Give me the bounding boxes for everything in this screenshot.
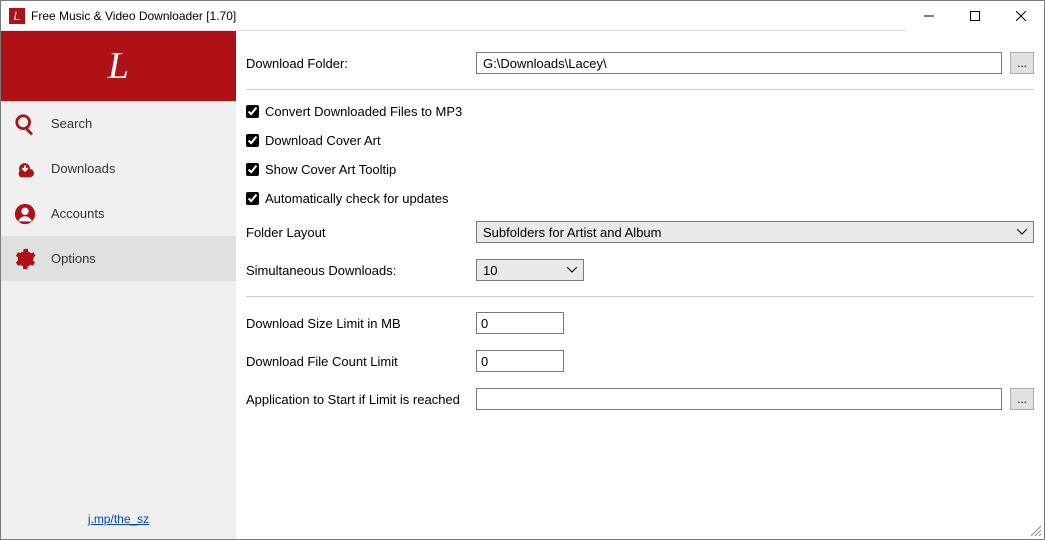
minimize-button[interactable] — [906, 1, 952, 31]
simultaneous-label: Simultaneous Downloads: — [246, 263, 476, 278]
tooltip-input[interactable] — [246, 163, 259, 176]
browse-folder-button[interactable]: ... — [1010, 52, 1034, 74]
updates-label: Automatically check for updates — [265, 191, 449, 206]
brand-letter: L — [108, 44, 129, 88]
sidebar-item-label: Accounts — [51, 206, 104, 221]
sidebar-item-label: Options — [51, 251, 96, 266]
updates-checkbox[interactable]: Automatically check for updates — [246, 191, 449, 206]
separator — [246, 89, 1034, 90]
close-button[interactable] — [998, 1, 1044, 31]
sidebar-item-label: Search — [51, 116, 92, 131]
size-limit-input[interactable] — [476, 312, 564, 334]
folder-layout-select[interactable]: Subfolders for Artist and Album — [476, 221, 1034, 243]
download-folder-input[interactable] — [476, 52, 1002, 74]
tooltip-label: Show Cover Art Tooltip — [265, 162, 396, 177]
sidebar-item-search[interactable]: Search — [1, 101, 236, 146]
count-limit-label: Download File Count Limit — [246, 354, 476, 369]
simultaneous-select[interactable]: 10 — [476, 259, 584, 281]
convert-mp3-label: Convert Downloaded Files to MP3 — [265, 104, 462, 119]
convert-mp3-checkbox[interactable]: Convert Downloaded Files to MP3 — [246, 104, 462, 119]
browse-app-button[interactable]: ... — [1010, 388, 1034, 410]
cover-art-input[interactable] — [246, 134, 259, 147]
separator — [246, 296, 1034, 297]
resize-grip[interactable] — [1028, 523, 1042, 537]
app-limit-input[interactable] — [476, 388, 1002, 410]
brand-panel: L — [1, 31, 236, 101]
download-folder-label: Download Folder: — [246, 56, 476, 71]
updates-input[interactable] — [246, 192, 259, 205]
convert-mp3-input[interactable] — [246, 105, 259, 118]
sidebar-item-options[interactable]: Options — [1, 236, 236, 281]
gear-icon — [13, 247, 37, 271]
size-limit-label: Download Size Limit in MB — [246, 316, 476, 331]
sidebar-item-downloads[interactable]: Downloads — [1, 146, 236, 191]
window-controls — [906, 1, 1044, 31]
title-bar: L Free Music & Video Downloader [1.70] — [1, 1, 1044, 31]
download-icon — [13, 157, 37, 181]
options-panel: Download Folder: ... Convert Downloaded … — [236, 31, 1044, 539]
sidebar-footer: j.mp/the_sz — [1, 499, 236, 539]
folder-layout-label: Folder Layout — [246, 225, 476, 240]
window-title: Free Music & Video Downloader [1.70] — [31, 9, 236, 23]
search-icon — [13, 112, 37, 136]
close-icon — [1016, 11, 1026, 21]
minimize-icon — [924, 11, 934, 21]
sidebar-item-accounts[interactable]: Accounts — [1, 191, 236, 236]
count-limit-input[interactable] — [476, 350, 564, 372]
app-limit-label: Application to Start if Limit is reached — [246, 392, 476, 407]
tooltip-checkbox[interactable]: Show Cover Art Tooltip — [246, 162, 396, 177]
sidebar: L Search Downloads Accounts — [1, 31, 236, 539]
footer-link[interactable]: j.mp/the_sz — [88, 512, 149, 526]
app-icon: L — [9, 8, 25, 24]
cover-art-label: Download Cover Art — [265, 133, 381, 148]
sidebar-item-label: Downloads — [51, 161, 115, 176]
cover-art-checkbox[interactable]: Download Cover Art — [246, 133, 381, 148]
account-icon — [13, 202, 37, 226]
sidebar-nav: Search Downloads Accounts Options — [1, 101, 236, 499]
maximize-button[interactable] — [952, 1, 998, 31]
maximize-icon — [970, 11, 980, 21]
